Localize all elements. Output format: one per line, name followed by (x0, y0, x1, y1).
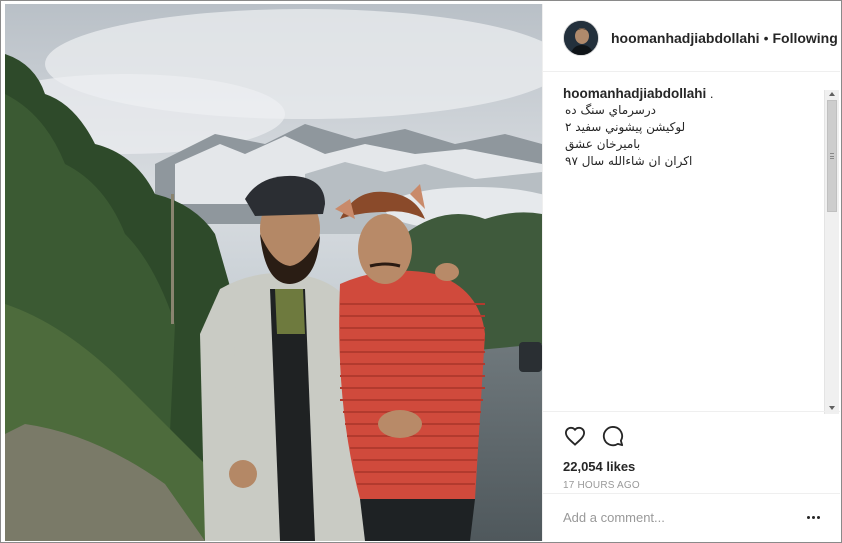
comment-bar (543, 493, 840, 541)
caption-scrollbar[interactable] (824, 90, 839, 414)
post-timestamp[interactable]: 17 HOURS AGO (563, 480, 820, 491)
scroll-down-arrow-icon[interactable] (829, 406, 835, 410)
more-dot (807, 516, 810, 519)
avatar-image (564, 20, 598, 55)
caption-line: اكران ان شاءالله سال ٩٧ (565, 154, 693, 168)
caption-username[interactable]: hoomanhadjiabdollahi (563, 86, 706, 101)
header-separator: • (763, 29, 769, 46)
heart-icon[interactable] (563, 424, 587, 448)
caption-line: لوكيشن پيشوني سفيد ٢ (565, 120, 686, 134)
more-dot (812, 516, 815, 519)
caption-line: درسرماي سنگ ده (565, 103, 656, 117)
likes-count[interactable]: 22,054 likes (563, 459, 820, 474)
header-text: hoomanhadjiabdollahi • Following (611, 30, 838, 46)
more-dot (817, 516, 820, 519)
scroll-up-arrow-icon[interactable] (829, 92, 835, 96)
action-icons-row (563, 424, 820, 448)
post-caption: hoomanhadjiabdollahi . درسرماي سنگ ده لو… (543, 73, 840, 170)
caption-area: hoomanhadjiabdollahi . درسرماي سنگ ده لو… (543, 73, 840, 413)
comment-input[interactable] (563, 510, 796, 525)
scrollbar-grip-icon (830, 153, 834, 159)
caption-punctuation: . (709, 86, 714, 101)
post-photo-image (5, 4, 542, 541)
header-username[interactable]: hoomanhadjiabdollahi (611, 30, 760, 46)
speech-bubble-icon[interactable] (601, 424, 625, 448)
more-options-icon[interactable] (796, 510, 820, 526)
post-header: hoomanhadjiabdollahi • Following (543, 4, 840, 72)
scrollbar-thumb[interactable] (827, 100, 837, 212)
post-details-panel: hoomanhadjiabdollahi • Following hoomanhad… (542, 4, 840, 541)
instagram-post-modal: hoomanhadjiabdollahi • Following hoomanhad… (0, 0, 842, 543)
avatar[interactable] (563, 19, 599, 56)
caption-line: باميرخان عشق (565, 137, 641, 151)
post-photo[interactable] (5, 4, 542, 541)
post-actions: 22,054 likes 17 HOURS AGO (543, 411, 840, 491)
follow-status[interactable]: Following (772, 30, 837, 46)
